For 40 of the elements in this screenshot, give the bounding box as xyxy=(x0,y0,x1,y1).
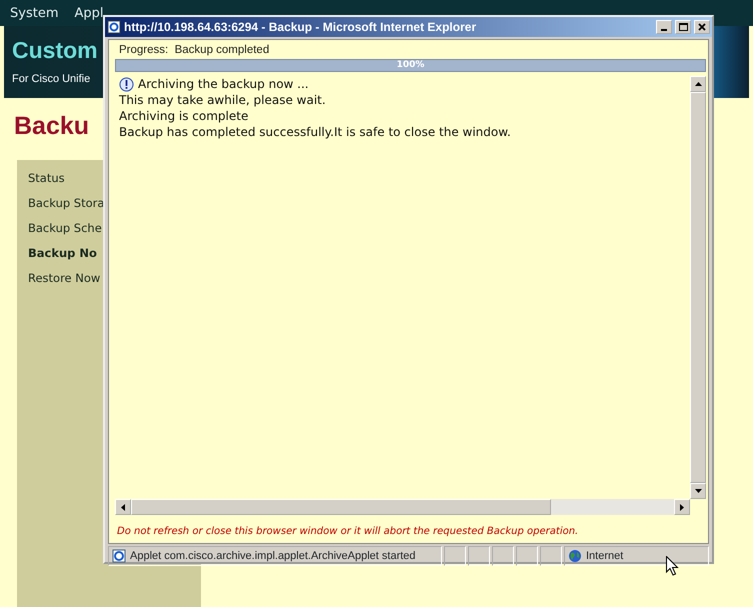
zone-text: Internet xyxy=(586,548,624,564)
minimize-button[interactable] xyxy=(656,20,672,34)
globe-icon xyxy=(568,549,582,563)
warning-text: Do not refresh or close this browser window or it will abort the requested Backup operation. xyxy=(117,525,578,539)
status-panel xyxy=(444,546,466,566)
menu-item[interactable]: System xyxy=(10,4,58,22)
close-icon xyxy=(698,23,706,31)
menu-item[interactable]: Appl xyxy=(74,4,104,22)
horizontal-scrollbar[interactable] xyxy=(115,499,690,515)
page-icon xyxy=(112,549,126,563)
up-arrow-icon xyxy=(694,82,702,86)
progress-label: Progress: Backup completed xyxy=(118,43,270,58)
scroll-down-button[interactable] xyxy=(690,483,706,499)
log-line: This may take awhile, please wait. xyxy=(119,92,327,108)
scroll-up-button[interactable] xyxy=(690,76,706,92)
minimize-icon xyxy=(661,29,667,31)
log-line: Backup has completed successfully.It is safe to close the window. xyxy=(119,124,512,140)
browser-icon xyxy=(107,20,121,34)
status-panel xyxy=(516,546,538,566)
right-arrow-icon xyxy=(680,504,684,510)
page-heading: Backu xyxy=(14,111,90,142)
scrollbar-thumb[interactable] xyxy=(131,499,551,515)
window-title: http://10.198.64.63:6294 - Backup - Microsoft Internet Explorer xyxy=(124,19,478,36)
status-panel xyxy=(468,546,490,566)
status-text: Applet com.cisco.archive.impl.applet.ArchiveApplet started xyxy=(130,548,416,564)
status-panel xyxy=(540,546,562,566)
status-panel xyxy=(492,546,514,566)
close-button[interactable] xyxy=(694,20,710,34)
maximize-icon xyxy=(678,23,688,31)
info-icon xyxy=(119,76,134,92)
log-line: Archiving the backup now ... xyxy=(138,76,309,92)
progress-reading: 100% xyxy=(396,59,426,72)
maximize-button[interactable] xyxy=(675,20,691,34)
log-line: Archiving is complete xyxy=(119,108,250,124)
scroll-right-button[interactable] xyxy=(674,499,690,515)
brand-title: Custom xyxy=(12,38,98,64)
scroll-left-button[interactable] xyxy=(115,499,131,515)
brand-subtitle: For Cisco Unifie xyxy=(12,72,90,87)
left-arrow-icon xyxy=(121,504,125,510)
down-arrow-icon xyxy=(694,489,702,493)
